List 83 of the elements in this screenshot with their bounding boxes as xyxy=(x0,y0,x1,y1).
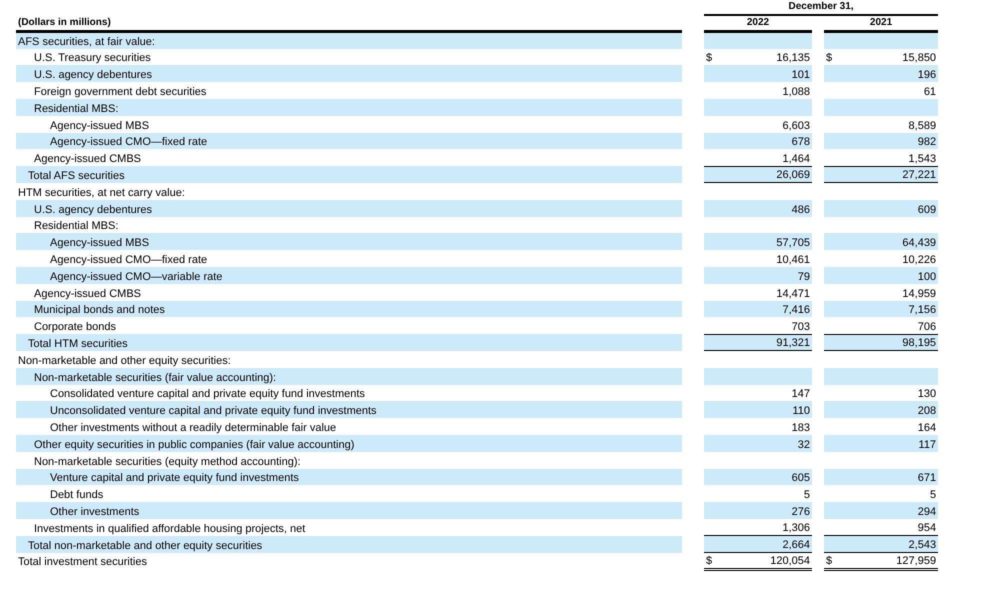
amount-value: 5 xyxy=(846,485,938,502)
row-label: Other investments without a readily determinable fair value xyxy=(16,418,682,435)
amount-value: 2,543 xyxy=(846,536,938,552)
amount-value: 1,543 xyxy=(846,149,938,166)
row-label: Unconsolidated venture capital and private equity fund investments xyxy=(16,401,682,418)
amount-value: 7,156 xyxy=(846,300,938,318)
row-label: Other equity securities in public companies (fair value accounting) xyxy=(16,434,682,452)
amount-value: 98,195 xyxy=(846,334,938,351)
currency-symbol: $ xyxy=(704,48,726,66)
row-label: Total non-marketable and other equity securities xyxy=(16,536,682,552)
amount-value: 79 xyxy=(726,266,812,284)
row-label: Total AFS securities xyxy=(16,166,682,183)
amount-value: 10,461 xyxy=(726,250,812,267)
amount-value: 100 xyxy=(846,266,938,284)
row-label: Residential MBS: xyxy=(16,98,682,116)
row-label: Agency-issued CMBS xyxy=(16,149,682,166)
amount-value: 91,321 xyxy=(726,334,812,351)
amount-value: 5 xyxy=(726,485,812,502)
amount-value: 15,850 xyxy=(846,48,938,66)
row-label: Investments in qualified affordable housing projects, net xyxy=(16,518,682,536)
amount-value: 61 xyxy=(846,82,938,99)
row-label: Consolidated venture capital and private equity fund investments xyxy=(16,384,682,402)
amount-value: 1,464 xyxy=(726,149,812,166)
amount-value: 32 xyxy=(726,434,812,452)
row-label: Agency-issued CMBS xyxy=(16,284,682,301)
row-label: Non-marketable and other equity securities: xyxy=(16,350,682,368)
amount-value: 6,603 xyxy=(726,116,812,133)
row-label: HTM securities, at net carry value: xyxy=(16,182,682,200)
amount-value: 14,471 xyxy=(726,284,812,301)
column-group-header: December 31, xyxy=(704,0,938,15)
row-label: Agency-issued CMO—fixed rate xyxy=(16,250,682,267)
amount-value: 294 xyxy=(846,502,938,519)
amount-value: 110 xyxy=(726,401,812,418)
row-label: Agency-issued CMO—fixed rate xyxy=(16,132,682,150)
amount-value: 1,306 xyxy=(726,518,812,536)
row-label: Municipal bonds and notes xyxy=(16,300,682,318)
row-label: Total HTM securities xyxy=(16,334,682,351)
amount-value: 64,439 xyxy=(846,233,938,250)
amount-value: 1,088 xyxy=(726,82,812,99)
amount-value: 605 xyxy=(726,468,812,486)
row-label: Venture capital and private equity fund investments xyxy=(16,468,682,486)
amount-value: 703 xyxy=(726,317,812,334)
amount-value: 276 xyxy=(726,502,812,519)
amount-value: 27,221 xyxy=(846,166,938,183)
amount-value: 117 xyxy=(846,434,938,452)
row-label: Agency-issued MBS xyxy=(16,233,682,250)
amount-value: 8,589 xyxy=(846,116,938,133)
amount-value: 7,416 xyxy=(726,300,812,318)
amount-value: 14,959 xyxy=(846,284,938,301)
row-label: U.S. agency debentures xyxy=(16,65,682,82)
row-label: Other investments xyxy=(16,502,682,519)
row-label: Corporate bonds xyxy=(16,317,682,334)
row-label: Agency-issued CMO—variable rate xyxy=(16,266,682,284)
amount-value: 147 xyxy=(726,384,812,402)
row-label: Agency-issued MBS xyxy=(16,116,682,133)
amount-value: 130 xyxy=(846,384,938,402)
amount-value: 16,135 xyxy=(726,48,812,66)
amount-value: 127,959 xyxy=(846,552,938,570)
currency-symbol: $ xyxy=(824,48,846,66)
amount-value: 196 xyxy=(846,65,938,82)
amount-value: 706 xyxy=(846,317,938,334)
row-label: Non-marketable securities (fair value accounting): xyxy=(16,368,682,385)
row-label: Residential MBS: xyxy=(16,216,682,234)
row-label: Non-marketable securities (equity method accounting): xyxy=(16,452,682,469)
amount-value: 671 xyxy=(846,468,938,486)
amount-value: 10,226 xyxy=(846,250,938,267)
amount-value: 164 xyxy=(846,418,938,435)
amount-value: 954 xyxy=(846,518,938,536)
amount-value: 609 xyxy=(846,200,938,217)
amount-value: 486 xyxy=(726,200,812,217)
amount-value: 982 xyxy=(846,132,938,150)
amount-value: 57,705 xyxy=(726,233,812,250)
amount-value: 208 xyxy=(846,401,938,418)
row-label: Debt funds xyxy=(16,485,682,502)
amount-value: 101 xyxy=(726,65,812,82)
row-label: Total investment securities xyxy=(16,552,682,570)
amount-value: 2,664 xyxy=(726,536,812,552)
row-label: Foreign government debt securities xyxy=(16,82,682,99)
amount-value: 678 xyxy=(726,132,812,150)
amount-value: 26,069 xyxy=(726,166,812,183)
row-label: U.S. Treasury securities xyxy=(16,48,682,66)
amount-value: 183 xyxy=(726,418,812,435)
row-label: U.S. agency debentures xyxy=(16,200,682,217)
